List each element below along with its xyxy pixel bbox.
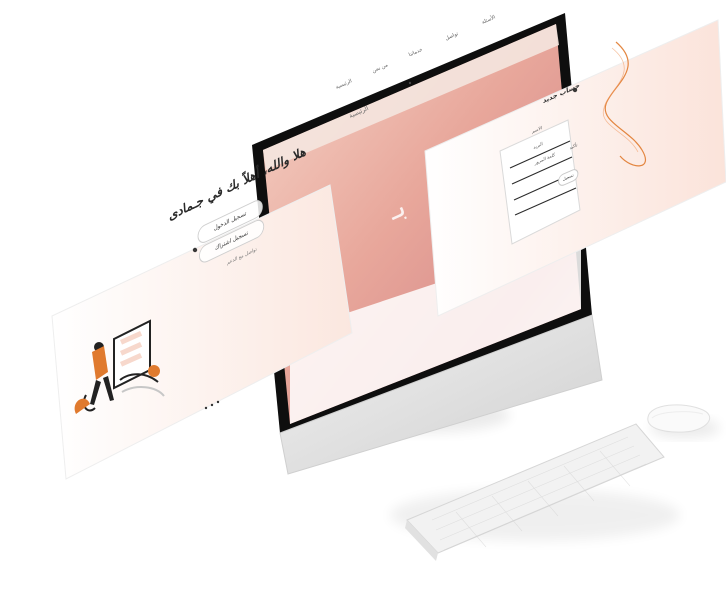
- top-nav-item-4: تواصل: [444, 31, 460, 42]
- form-title: حساب جديد: [542, 81, 581, 106]
- form-submit-button: تسجيل: [557, 167, 579, 188]
- top-nav-item-5: الأسئلة: [481, 14, 497, 26]
- form-label-email: البريد: [533, 141, 543, 151]
- top-nav-item-2: من نحن: [371, 62, 389, 75]
- top-nav-item-1: الرئيسية: [334, 78, 354, 91]
- form-label-password: كلمة المرور: [534, 152, 556, 167]
- mouse: [647, 404, 710, 433]
- form-label-confirm: تأكيد: [569, 143, 578, 152]
- form-label-name: الاسم: [532, 126, 543, 136]
- product-mockup-scene: الرئيسية بـ هلا والله، أهلاً بك في جـماد…: [0, 0, 726, 595]
- top-nav-item-3: خدماتنا: [407, 46, 424, 59]
